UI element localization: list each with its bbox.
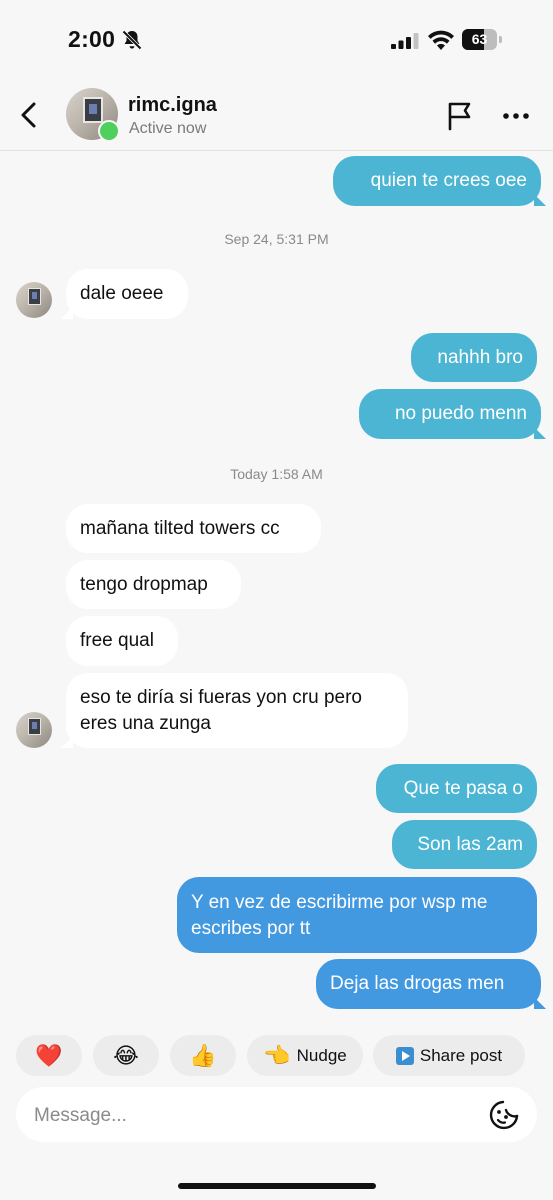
message-bubble-incoming[interactable]: dale oeee xyxy=(66,269,188,319)
bell-muted-icon xyxy=(122,30,142,50)
flag-report-icon[interactable] xyxy=(444,100,476,132)
wifi-icon xyxy=(428,30,454,50)
share-post-button[interactable]: Share post xyxy=(373,1035,525,1076)
message-bubble-outgoing[interactable]: Deja las drogas men xyxy=(316,959,541,1009)
message-bubble-outgoing[interactable]: no puedo menn xyxy=(359,389,541,439)
laughing-emoji-icon: 😂 xyxy=(113,1042,139,1068)
emoji-sticker-icon[interactable] xyxy=(488,1099,520,1131)
active-status: Active now xyxy=(129,120,207,137)
message-input[interactable] xyxy=(32,1087,476,1144)
signal-icon xyxy=(391,33,419,49)
more-options-icon[interactable] xyxy=(500,104,532,128)
thumbs-up-emoji-icon: 👍 xyxy=(189,1042,217,1068)
message-bubble-outgoing[interactable]: quien te crees oee xyxy=(333,156,541,206)
message-composer xyxy=(16,1087,537,1144)
message-bubble-outgoing[interactable]: Y en vez de escribirme por wsp me escrib… xyxy=(177,877,537,953)
quick-reply-heart[interactable]: ❤️ xyxy=(16,1035,82,1076)
play-share-icon xyxy=(395,1046,414,1065)
quick-reply-thumbs-up[interactable]: 👍 xyxy=(170,1035,236,1076)
sender-avatar[interactable] xyxy=(16,282,52,318)
heart-emoji-icon: ❤️ xyxy=(35,1042,63,1068)
status-bar: 2:00 63 xyxy=(0,0,553,80)
message-bubble-outgoing[interactable]: nahhh bro xyxy=(411,333,537,382)
message-bubble-incoming[interactable]: free qual xyxy=(66,616,178,666)
nudge-button[interactable]: 👈 Nudge xyxy=(247,1035,363,1076)
chat-header: rimc.igna Active now xyxy=(0,82,553,151)
message-bubble-outgoing[interactable]: Que te pasa o xyxy=(376,764,537,813)
back-arrow-icon[interactable] xyxy=(16,100,42,130)
message-bubble-incoming[interactable]: tengo dropmap xyxy=(66,560,241,609)
chat-username[interactable]: rimc.igna xyxy=(128,94,217,117)
battery-level: 63 xyxy=(471,31,488,47)
pointing-hand-emoji-icon: 👈 xyxy=(263,1042,291,1068)
home-indicator[interactable] xyxy=(178,1183,376,1189)
message-bubble-incoming[interactable]: mañana tilted towers cc xyxy=(66,504,321,553)
message-bubble-incoming[interactable]: eso te diría si fueras yon cru pero eres… xyxy=(66,673,408,748)
battery-icon: 63 xyxy=(462,29,502,50)
message-bubble-outgoing[interactable]: Son las 2am xyxy=(392,820,537,869)
timestamp: Today 1:58 AM xyxy=(230,466,323,482)
quick-reply-laugh[interactable]: 😂 xyxy=(93,1035,159,1076)
status-time: 2:00 xyxy=(68,26,116,52)
online-indicator xyxy=(98,120,120,142)
sender-avatar[interactable] xyxy=(16,712,52,748)
nudge-label: Nudge xyxy=(296,1045,347,1065)
share-post-label: Share post xyxy=(419,1045,503,1065)
timestamp: Sep 24, 5:31 PM xyxy=(224,231,329,247)
